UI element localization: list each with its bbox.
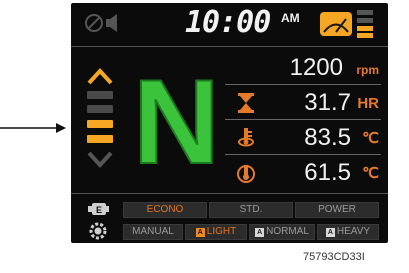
- fluid-temp-unit: ℃: [362, 130, 379, 147]
- shift-manual-button[interactable]: MANUAL: [123, 224, 183, 240]
- engine-speed-value: 1200: [289, 54, 343, 81]
- shift-manual-label: MANUAL: [132, 226, 174, 237]
- auto-badge: A: [195, 228, 205, 237]
- auto-badge: A: [325, 228, 335, 237]
- figure: 10:00 AM N 1200 rpm 31.7 HR 83.5 ℃ 61.5 …: [0, 0, 409, 273]
- engine-speed-unit: rpm: [356, 63, 379, 77]
- mode-power-button[interactable]: POWER: [295, 202, 379, 218]
- divider: [225, 119, 381, 120]
- hour-meter-value: 31.7: [304, 89, 351, 116]
- readout-oil-temp: 61.5 ℃: [225, 156, 381, 190]
- coolant-temp-icon: [238, 128, 254, 147]
- fluid-temp-value: 83.5: [304, 124, 351, 151]
- gear-position: N: [132, 54, 221, 190]
- oil-temp-value: 61.5: [304, 159, 351, 186]
- figure-caption: 75793CD33I: [303, 251, 365, 263]
- auto-badge: A: [255, 228, 265, 237]
- gear-level-indicator: [87, 68, 113, 168]
- readout-engine-speed: 1200 rpm: [225, 51, 381, 85]
- shift-normal-label: NORMAL: [266, 226, 309, 237]
- mode-std-button[interactable]: STD.: [209, 202, 293, 218]
- divider: [71, 46, 388, 47]
- oil-temp-icon: [237, 165, 255, 183]
- divider: [225, 84, 381, 85]
- hour-meter-unit: HR: [357, 95, 379, 112]
- shift-light-label: LIGHT: [206, 226, 237, 237]
- gear-shift-icon: [89, 222, 107, 240]
- shift-light-button[interactable]: A LIGHT: [185, 224, 247, 240]
- divider: [225, 154, 381, 155]
- arrow-pointer-icon: [0, 123, 66, 133]
- clock-time: 10:00: [185, 5, 271, 40]
- status-bar: 10:00 AM: [71, 3, 388, 43]
- divider: [71, 193, 388, 194]
- cluster-display: 10:00 AM N 1200 rpm 31.7 HR 83.5 ℃ 61.5 …: [71, 3, 388, 243]
- clock-ampm: AM: [281, 11, 300, 25]
- power-mode-icon: E: [88, 203, 109, 215]
- svg-text:E: E: [96, 205, 102, 215]
- shift-heavy-label: HEAVY: [336, 226, 371, 237]
- wiper-icon[interactable]: [319, 11, 353, 37]
- fuel-level-icon: [357, 10, 373, 38]
- readout-fluid-temp: 83.5 ℃: [225, 121, 381, 155]
- shift-heavy-button[interactable]: A HEAVY: [317, 224, 379, 240]
- shift-normal-button[interactable]: A NORMAL: [249, 224, 315, 240]
- oil-temp-unit: ℃: [362, 165, 379, 182]
- mode-econo-button[interactable]: ECONO: [123, 202, 207, 218]
- mute-speaker-icon: [85, 14, 117, 32]
- hourglass-icon: [238, 93, 254, 113]
- readout-hour-meter: 31.7 HR: [225, 86, 381, 120]
